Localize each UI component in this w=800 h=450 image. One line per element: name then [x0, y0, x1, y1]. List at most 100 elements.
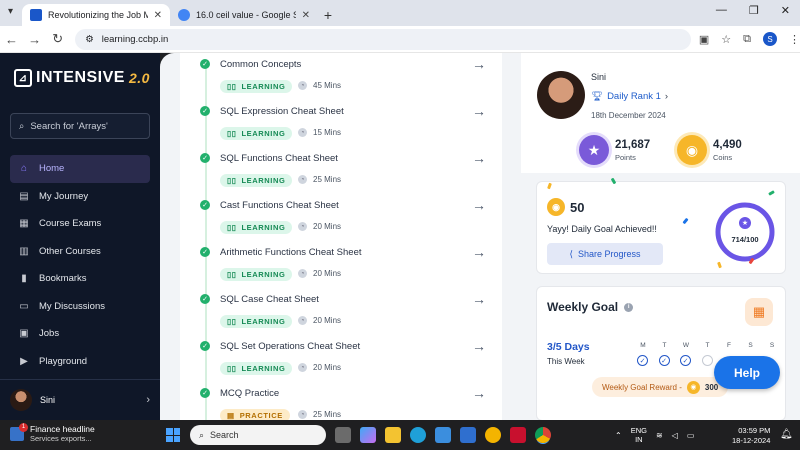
- news-widget[interactable]: 1 Finance headline Services exports...: [10, 422, 95, 443]
- extensions-icon[interactable]: ⧉: [743, 33, 751, 46]
- notification-bell-icon[interactable]: 🔔︎: [780, 429, 793, 440]
- list-item[interactable]: ✓ Arithmetic Functions Cheat Sheet → ▯▯ LEAR…: [180, 243, 502, 290]
- profile-date: 18th December 2024: [591, 111, 666, 120]
- sidebar-user[interactable]: Sini ›: [0, 379, 160, 419]
- journey-icon: ▤: [19, 190, 29, 202]
- sidebar-item-bookmarks[interactable]: ▮ Bookmarks: [10, 265, 150, 293]
- browser-tab-inactive[interactable]: 16.0 ceil value - Google Search ✕: [170, 4, 318, 26]
- item-duration: ◔ 20 Mins: [298, 316, 341, 325]
- list-item[interactable]: ✓ MCQ Practice → ▤ PRACTICE ◔ 25 Mins: [180, 384, 502, 420]
- minimize-icon[interactable]: —: [716, 4, 727, 17]
- daily-goal-card: ◉ 50 Yayy! Daily Goal Achieved!! ⟨ Share…: [536, 181, 786, 274]
- clock-icon: ◔: [298, 128, 307, 137]
- wifi-icon[interactable]: ≋: [656, 431, 663, 440]
- store-icon[interactable]: [435, 427, 451, 443]
- profile-name: Sini: [591, 72, 607, 82]
- copilot-icon[interactable]: [360, 427, 376, 443]
- sidebar-user-name: Sini: [40, 394, 56, 405]
- arrow-right-icon[interactable]: →: [472, 385, 486, 401]
- tab-title: 16.0 ceil value - Google Search: [196, 10, 296, 20]
- arrow-right-icon[interactable]: →: [472, 56, 486, 72]
- close-window-icon[interactable]: ✕: [781, 4, 790, 17]
- share-progress-button[interactable]: ⟨ Share Progress: [547, 243, 663, 265]
- menu-icon[interactable]: ⋮: [789, 33, 800, 46]
- system-clock[interactable]: 03:59 PM 18-12-2024: [732, 426, 770, 446]
- close-tab-icon[interactable]: ✕: [302, 10, 310, 21]
- sidebar-item-jobs[interactable]: ▣ Jobs: [10, 320, 150, 348]
- teams-icon[interactable]: [460, 427, 476, 443]
- sidebar-item-other-courses[interactable]: ▥ Other Courses: [10, 238, 150, 266]
- help-button[interactable]: Help: [714, 356, 780, 389]
- os-taskbar: 1 Finance headline Services exports... ⌕…: [0, 420, 800, 450]
- forward-icon[interactable]: →: [23, 32, 46, 47]
- taskbar-search-label: Search: [210, 430, 239, 440]
- list-item[interactable]: ✓ SQL Expression Cheat Sheet → ▯▯ LEARNING ◔ 1…: [180, 102, 502, 149]
- profile-avatar[interactable]: S: [763, 32, 778, 46]
- mcafee-icon[interactable]: [510, 427, 526, 443]
- coins-icon: ◉: [677, 135, 707, 165]
- reload-icon[interactable]: ↻: [46, 31, 69, 47]
- clock-time: 03:59 PM: [738, 426, 771, 435]
- book-icon: ▯▯: [227, 317, 237, 326]
- sidebar-item-home[interactable]: ⌂ Home: [10, 155, 150, 183]
- maximize-icon[interactable]: ❐: [749, 4, 759, 17]
- url-omnibox[interactable]: ⚙ learning.ccbp.in: [75, 28, 691, 50]
- volume-icon[interactable]: ◁: [672, 431, 678, 440]
- list-item[interactable]: ✓ SQL Functions Cheat Sheet → ▯▯ LEARNING ◔ 25…: [180, 149, 502, 196]
- chrome-icon[interactable]: [535, 427, 551, 443]
- url-text: learning.ccbp.in: [101, 33, 169, 45]
- arrow-right-icon[interactable]: →: [472, 338, 486, 354]
- notification-badge: 1: [19, 422, 28, 432]
- item-duration: ◔ 25 Mins: [298, 175, 341, 184]
- install-app-icon[interactable]: ▣: [699, 33, 709, 46]
- browser-tab-active[interactable]: Revolutionizing the Job Market ✕: [22, 4, 170, 26]
- daily-rank-link[interactable]: 🏆︎ Daily Rank 1 ›: [591, 91, 668, 102]
- day-complete-icon: ✓: [637, 355, 648, 366]
- playground-icon: ▶: [20, 355, 28, 367]
- sidebar-item-course-exams[interactable]: ▦ Course Exams: [10, 210, 150, 238]
- language-indicator[interactable]: ENG IN: [631, 426, 647, 444]
- book-icon: ▯▯: [227, 176, 237, 185]
- edge-icon[interactable]: [410, 427, 426, 443]
- tab-search-icon[interactable]: ▾: [8, 6, 13, 17]
- arrow-right-icon[interactable]: →: [472, 244, 486, 260]
- list-item[interactable]: ✓ Cast Functions Cheat Sheet → ▯▯ LEARNING ◔ 2…: [180, 196, 502, 243]
- app-icon[interactable]: [485, 427, 501, 443]
- sidebar-item-playground[interactable]: ▶ Playground: [10, 348, 150, 376]
- bookmark-star-icon[interactable]: ☆: [721, 33, 731, 46]
- sidebar-item-my-discussions[interactable]: ▭ My Discussions: [10, 293, 150, 321]
- close-tab-icon[interactable]: ✕: [154, 10, 162, 21]
- google-favicon: [178, 9, 190, 21]
- main-content: ✓ Common Concepts → ▯▯ LEARNING ◔ 45 Mins ✓ SQL …: [160, 53, 800, 420]
- file-explorer-icon[interactable]: [385, 427, 401, 443]
- item-type-badge: ▯▯ LEARNING: [220, 174, 293, 187]
- new-tab-button[interactable]: +: [318, 4, 338, 26]
- sidebar-item-my-journey[interactable]: ▤ My Journey: [10, 183, 150, 211]
- arrow-right-icon[interactable]: →: [472, 150, 486, 166]
- arrow-right-icon[interactable]: →: [472, 197, 486, 213]
- task-view-icon[interactable]: [335, 427, 351, 443]
- weekly-goal-title: Weekly Goal i: [547, 300, 634, 314]
- item-title: MCQ Practice: [220, 388, 280, 399]
- chevron-up-icon[interactable]: ⌃: [615, 431, 622, 440]
- sidebar-search[interactable]: ⌕ Search for 'Arrays': [10, 113, 150, 139]
- list-item[interactable]: ✓ SQL Case Cheat Sheet → ▯▯ LEARNING ◔ 20 Mins: [180, 290, 502, 337]
- windows-start-icon[interactable]: [166, 428, 180, 442]
- list-item[interactable]: ✓ Common Concepts → ▯▯ LEARNING ◔ 45 Mins: [180, 55, 502, 102]
- book-icon: ▯▯: [227, 364, 237, 373]
- back-icon[interactable]: ←: [0, 32, 23, 47]
- clock-icon: ◔: [298, 316, 307, 325]
- app-logo[interactable]: ⊿ INTENSIVE 2.0: [14, 69, 150, 87]
- tab-favicon: [30, 9, 42, 21]
- arrow-right-icon[interactable]: →: [472, 291, 486, 307]
- taskbar-search[interactable]: ⌕ Search: [190, 425, 326, 445]
- book-icon: ▯▯: [227, 129, 237, 138]
- site-info-icon[interactable]: ⚙: [85, 34, 94, 45]
- list-item[interactable]: ✓ SQL Set Operations Cheat Sheet → ▯▯ LEARNI…: [180, 337, 502, 384]
- arrow-right-icon[interactable]: →: [472, 103, 486, 119]
- book-icon: ▯▯: [227, 82, 237, 91]
- badge-label: LEARNING: [241, 317, 286, 326]
- weekday-label: F: [727, 342, 731, 349]
- battery-icon[interactable]: ▭: [687, 431, 695, 440]
- info-icon[interactable]: i: [624, 302, 634, 312]
